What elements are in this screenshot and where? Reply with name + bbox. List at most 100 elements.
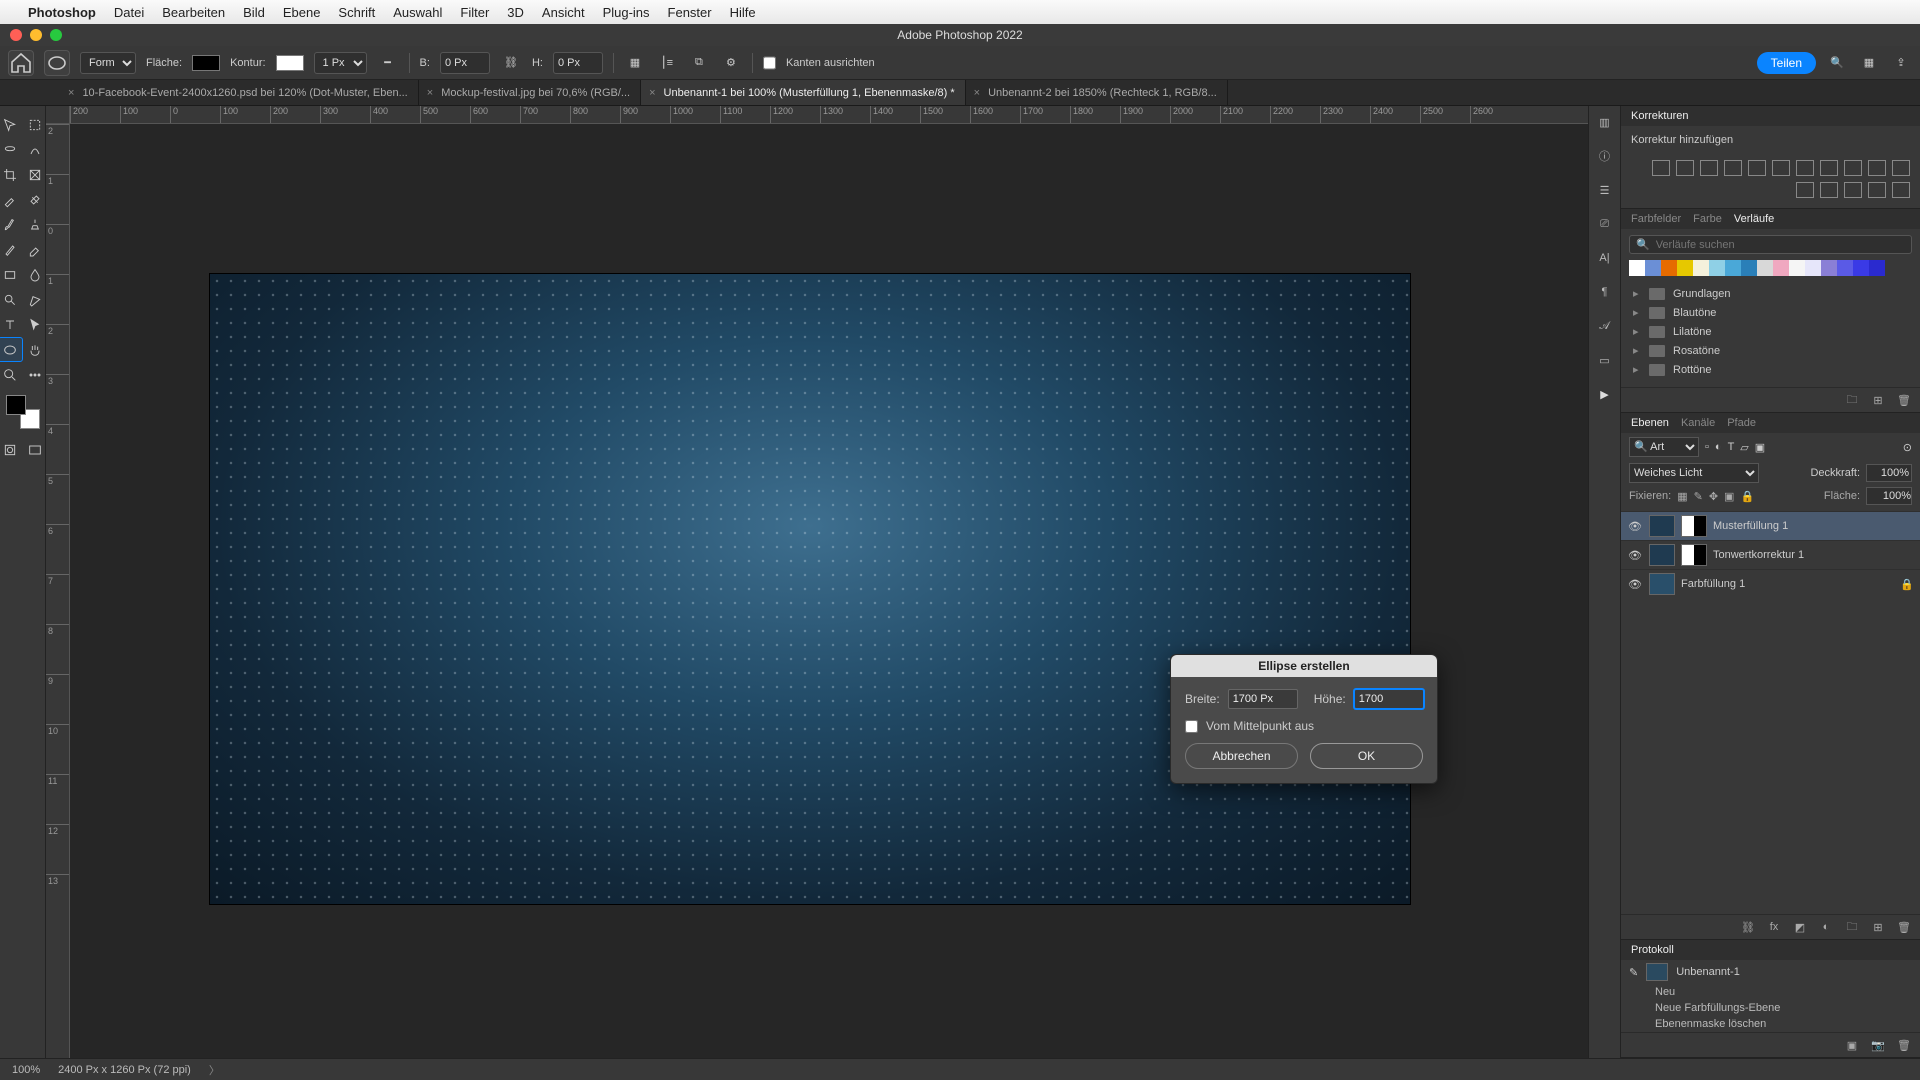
gradient-folder[interactable]: ▸Rosatöne (1629, 341, 1912, 360)
filter-smart-icon[interactable]: ▣ (1755, 441, 1765, 454)
layer-row[interactable]: 👁Tonwertkorrektur 1 (1621, 540, 1920, 569)
edit-toolbar[interactable] (24, 363, 47, 386)
posterize-icon[interactable] (1820, 182, 1838, 198)
gradient-swatch[interactable] (1869, 260, 1885, 276)
move-tool[interactable] (0, 113, 22, 136)
panel-tab-protokoll[interactable]: Protokoll (1631, 944, 1674, 956)
invert-icon[interactable] (1796, 182, 1814, 198)
bw-icon[interactable] (1820, 160, 1838, 176)
pen-tool[interactable] (24, 288, 47, 311)
gradient-folder[interactable]: ▸Blautöne (1629, 303, 1912, 322)
panel-tab-farbe[interactable]: Farbe (1693, 213, 1722, 225)
lock-move-icon[interactable]: ✥ (1709, 490, 1718, 503)
panel-tab-ebenen[interactable]: Ebenen (1631, 417, 1669, 429)
exposure-icon[interactable] (1724, 160, 1742, 176)
close-icon[interactable]: × (427, 87, 433, 99)
threshold-icon[interactable] (1844, 182, 1862, 198)
ruler-horizontal[interactable]: 2001000100200300400500600700800900100011… (70, 106, 1588, 124)
link-layers-icon[interactable]: ⛓ (1740, 919, 1756, 935)
filter-toggle[interactable]: ⊙ (1903, 441, 1912, 454)
panel-tab-farbfelder[interactable]: Farbfelder (1631, 213, 1681, 225)
eraser-tool[interactable] (24, 238, 47, 261)
layer-name[interactable]: Musterfüllung 1 (1713, 520, 1788, 532)
layer-row[interactable]: 👁 Musterfüllung 1 (1621, 511, 1920, 540)
stroke-swatch[interactable] (276, 55, 304, 71)
foreground-background-colors[interactable] (6, 395, 40, 429)
gradient-swatch[interactable] (1773, 260, 1789, 276)
menu-ansicht[interactable]: Ansicht (542, 5, 585, 20)
width-input[interactable] (440, 52, 490, 74)
gradient-swatch[interactable] (1821, 260, 1837, 276)
layer-visibility-icon[interactable]: 👁 (1627, 520, 1643, 533)
properties-panel-icon[interactable]: ☰ (1595, 180, 1615, 200)
layer-group-icon[interactable]: 🗀 (1844, 919, 1860, 935)
history-document[interactable]: ✎ Unbenannt-1 (1621, 960, 1920, 984)
workspace-icon[interactable]: ▦ (1858, 52, 1880, 74)
status-menu-arrow-icon[interactable]: 〉 (209, 1062, 220, 1078)
gradient-swatch[interactable] (1629, 260, 1645, 276)
gradient-swatch[interactable] (1853, 260, 1869, 276)
zoom-tool[interactable] (0, 363, 22, 386)
libraries-panel-icon[interactable]: ▭ (1595, 350, 1615, 370)
close-icon[interactable]: × (649, 87, 655, 99)
link-wh-icon[interactable]: ⛓ (500, 52, 522, 74)
opacity-input[interactable] (1866, 464, 1912, 482)
hand-tool[interactable] (24, 338, 47, 361)
dialog-width-input[interactable] (1228, 689, 1298, 709)
history-step[interactable]: Neue Farbfüllungs-Ebene (1621, 1000, 1920, 1016)
adjustment-layer-icon[interactable]: ◐ (1818, 919, 1834, 935)
height-input[interactable] (553, 52, 603, 74)
history-step[interactable]: Neu (1621, 984, 1920, 1000)
info-panel-icon[interactable]: ⓘ (1595, 146, 1615, 166)
layer-row[interactable]: 👁Farbfüllung 1🔒 (1621, 569, 1920, 598)
hue-icon[interactable] (1772, 160, 1790, 176)
lock-all-icon[interactable]: 🔒 (1740, 490, 1754, 503)
document-tab[interactable]: ×Unbenannt-2 bei 1850% (Rechteck 1, RGB/… (966, 80, 1228, 105)
colorlookup-icon[interactable] (1892, 160, 1910, 176)
new-group-icon[interactable]: 🗀 (1844, 392, 1860, 408)
shape-options-gear-icon[interactable]: ⚙ (720, 52, 742, 74)
colorbalance-icon[interactable] (1796, 160, 1814, 176)
gradient-tool[interactable] (0, 263, 22, 286)
gradient-swatch[interactable] (1741, 260, 1757, 276)
close-icon[interactable]: × (68, 87, 74, 99)
menu-schrift[interactable]: Schrift (338, 5, 375, 20)
gradient-swatch[interactable] (1645, 260, 1661, 276)
close-icon[interactable]: × (974, 87, 980, 99)
path-arrangement-icon[interactable]: ⧉ (688, 52, 710, 74)
export-icon[interactable]: ⇪ (1890, 52, 1912, 74)
layer-filter-kind[interactable]: 🔍 Art (1629, 437, 1699, 457)
vibrance-icon[interactable] (1748, 160, 1766, 176)
layer-thumb[interactable] (1649, 544, 1675, 566)
layer-style-icon[interactable]: fx (1766, 919, 1782, 935)
clone-stamp-tool[interactable] (24, 213, 47, 236)
menu-3d[interactable]: 3D (507, 5, 524, 20)
dialog-cancel-button[interactable]: Abbrechen (1185, 743, 1298, 769)
dodge-tool[interactable] (0, 288, 22, 311)
paragraph-panel-icon[interactable]: ¶ (1595, 282, 1615, 302)
brush-tool[interactable] (0, 213, 22, 236)
gradient-swatch[interactable] (1661, 260, 1677, 276)
menu-fenster[interactable]: Fenster (668, 5, 712, 20)
frame-tool[interactable] (24, 163, 47, 186)
blur-tool[interactable] (24, 263, 47, 286)
shape-mode-select[interactable]: Form (80, 52, 136, 74)
selective-icon[interactable] (1868, 182, 1886, 198)
app-menu[interactable]: Photoshop (28, 5, 96, 20)
adjust-panel-icon[interactable]: ⎚ (1595, 214, 1615, 234)
window-zoom[interactable] (50, 29, 62, 41)
layer-mask-thumb[interactable] (1681, 544, 1707, 566)
type-tool[interactable] (0, 313, 22, 336)
history-step[interactable]: Ebenenmaske löschen (1621, 1016, 1920, 1032)
gradient-swatch[interactable] (1677, 260, 1693, 276)
quick-select-tool[interactable] (24, 138, 47, 161)
photofilter-icon[interactable] (1844, 160, 1862, 176)
layer-visibility-icon[interactable]: 👁 (1627, 549, 1643, 562)
new-layer-icon[interactable]: ⊞ (1870, 919, 1886, 935)
gradient-swatch[interactable] (1837, 260, 1853, 276)
path-operations-icon[interactable]: ▦ (624, 52, 646, 74)
panel-tab-verlaeufe[interactable]: Verläufe (1734, 213, 1774, 225)
blend-mode-select[interactable]: Weiches Licht (1629, 463, 1759, 483)
filter-type-icon[interactable]: T (1728, 441, 1735, 453)
delete-layer-icon[interactable]: 🗑 (1896, 919, 1912, 935)
